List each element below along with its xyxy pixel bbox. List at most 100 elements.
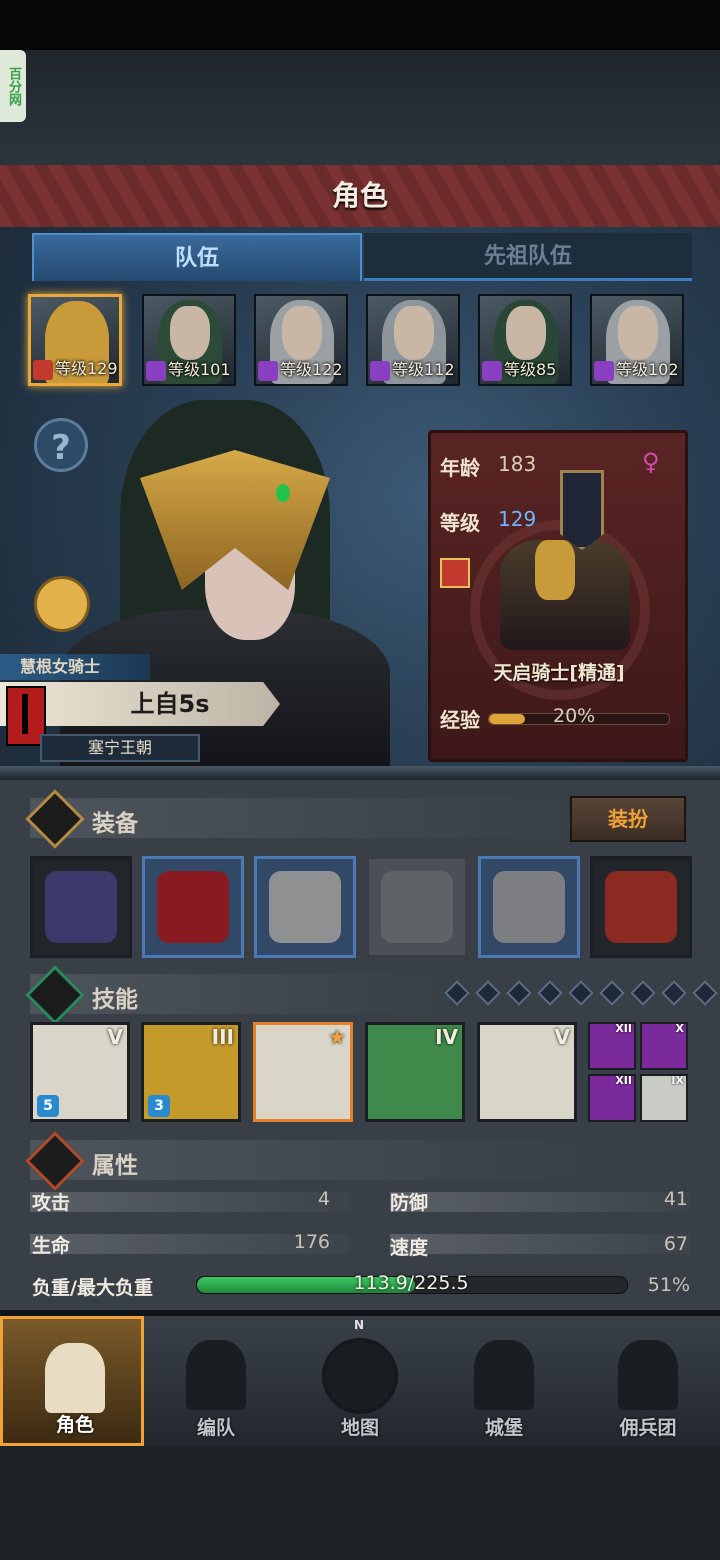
skill-rank: XII	[615, 1074, 632, 1087]
skill-rank: IV	[435, 1025, 458, 1049]
nav-helmet[interactable]: 编队	[144, 1316, 288, 1446]
staff-skill-icon[interactable]: XII	[588, 1074, 636, 1122]
equipment-slot-4[interactable]	[366, 856, 468, 958]
sword-icon	[22, 694, 28, 734]
skill-level-badge: 5	[37, 1095, 59, 1117]
helmet-gem-art	[276, 484, 290, 502]
female-icon: ♀	[642, 448, 660, 476]
nav-label: 编队	[196, 1417, 235, 1439]
wand-icon	[482, 360, 502, 381]
bottom-background	[0, 1446, 720, 1560]
skill-level-badge: 3	[148, 1095, 170, 1117]
hero-name[interactable]: 上自5s	[100, 682, 240, 726]
hp-value: 176	[293, 1231, 330, 1253]
skill-rank: V	[107, 1025, 123, 1049]
outfit-button[interactable]: 装扮	[570, 796, 686, 842]
party-member-level: 等级122	[258, 358, 346, 382]
party-member-2[interactable]: 等级101	[142, 294, 236, 386]
holy-shield-skill-icon[interactable]: III 3	[141, 1022, 241, 1122]
party-member-3[interactable]: 等级122	[254, 294, 348, 386]
hero-kingdom: 塞宁王朝	[87, 738, 152, 757]
wand-icon	[258, 360, 278, 381]
crystal-wing-skill-icon[interactable]: ★	[253, 1022, 353, 1122]
level-text: 等级112	[392, 360, 455, 379]
skill-rank: IX	[671, 1074, 684, 1087]
defense-value: 41	[663, 1188, 688, 1210]
equipment-slot-1[interactable]	[30, 856, 132, 958]
party-member-5[interactable]: 等级85	[478, 294, 572, 386]
spear-guard-skill-icon[interactable]: V5	[30, 1022, 130, 1122]
compass-north-label: N	[354, 1318, 365, 1332]
help-button[interactable]: ?	[34, 418, 88, 472]
horse-icon	[33, 359, 53, 380]
nav-mercenary[interactable]: 佣兵团	[576, 1316, 720, 1446]
skill-rank: III	[211, 1025, 234, 1049]
compass-map-icon	[322, 1338, 398, 1414]
portrait-face	[618, 306, 658, 360]
nav-knight[interactable]: 角色	[0, 1316, 144, 1446]
skills-title: 技能	[92, 987, 138, 1013]
party-member-level: 等级129	[33, 357, 119, 381]
equipment-slot-2[interactable]	[142, 856, 244, 958]
attack-value: 4	[317, 1188, 330, 1210]
top-background	[0, 50, 720, 165]
panel-divider	[0, 766, 720, 780]
level-text: 等级101	[168, 360, 231, 379]
tab-ancestor-team[interactable]: 先祖队伍	[364, 233, 692, 281]
watermark-badge: 百分网	[0, 50, 26, 122]
target-skill-icon[interactable]: IV	[365, 1022, 465, 1122]
party-member-1[interactable]: 等级129	[28, 294, 122, 386]
nav-compass-map[interactable]: 地图	[288, 1316, 432, 1446]
nav-castle[interactable]: 城堡	[432, 1316, 576, 1446]
wand-icon	[146, 360, 166, 381]
steel-boots-icon	[493, 871, 565, 943]
hero-class-title: 慧根女骑士	[20, 657, 101, 676]
level-text: 等级129	[55, 359, 118, 378]
party-member-level: 等级85	[482, 358, 570, 382]
portrait-face	[394, 306, 434, 360]
class-name: 天启骑士[精通]	[493, 662, 625, 684]
level-text: 等级85	[504, 360, 557, 379]
level-text: 等级122	[280, 360, 343, 379]
nav-label: 角色	[55, 1414, 94, 1436]
exp-value: 20%	[553, 705, 596, 727]
skill-rank: V	[554, 1025, 570, 1049]
mount-icon[interactable]	[440, 558, 470, 588]
wand-icon	[370, 360, 390, 381]
speed-label: 速度	[390, 1237, 429, 1259]
helmet-icon	[186, 1340, 246, 1410]
knight-icon	[45, 1343, 105, 1413]
bat-amulet-icon	[605, 871, 677, 943]
knight-helmet-icon	[269, 871, 341, 943]
party-member-level: 等级101	[146, 358, 234, 382]
crystal-arm-skill-icon[interactable]: V	[477, 1022, 577, 1122]
defense-label: 防御	[390, 1192, 429, 1214]
level-value: 129	[498, 507, 537, 531]
equipment-slot-5[interactable]	[478, 856, 580, 958]
speed-value: 67	[663, 1233, 688, 1255]
frost-burst-skill-icon[interactable]: IX	[640, 1074, 688, 1122]
level-label: 等级	[440, 511, 480, 535]
tab-team[interactable]: 队伍	[32, 233, 362, 281]
load-percent: 51%	[647, 1274, 690, 1296]
skill-rank: XII	[615, 1022, 632, 1035]
equipment-title: 装备	[92, 811, 138, 837]
hp-label: 生命	[32, 1235, 71, 1257]
level-text: 等级102	[616, 360, 679, 379]
portrait-face	[170, 306, 210, 360]
party-member-4[interactable]: 等级112	[366, 294, 460, 386]
castle-icon	[474, 1340, 534, 1410]
equipment-slot-3[interactable]	[254, 856, 356, 958]
arcane-star-skill-icon[interactable]: XII	[588, 1022, 636, 1070]
party-member-level: 等级112	[370, 358, 458, 382]
potion-icon[interactable]	[34, 576, 90, 632]
age-value: 183	[498, 452, 537, 476]
burst-skill-icon[interactable]: X	[640, 1022, 688, 1070]
load-label: 负重/最大负重	[32, 1277, 153, 1299]
skill-rank: X	[675, 1022, 684, 1035]
party-member-6[interactable]: 等级102	[590, 294, 684, 386]
equipment-slot-6[interactable]	[590, 856, 692, 958]
load-value: 113.9/225.5	[353, 1272, 469, 1294]
status-bar	[0, 0, 720, 50]
attributes-title: 属性	[92, 1153, 138, 1179]
